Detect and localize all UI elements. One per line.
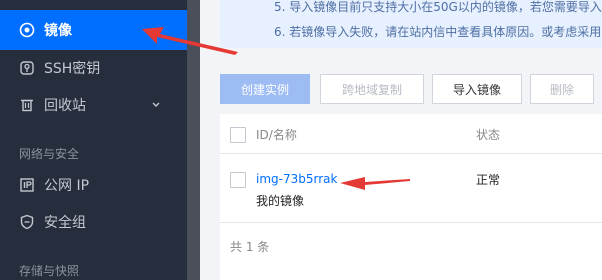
sidebar-item-recycle-bin[interactable]: 回收站 xyxy=(0,85,187,125)
notice-line: 5. 导入镜像目前只支持大小在50G以内的镜像，若您需要导入更 xyxy=(274,0,602,14)
row-checkbox[interactable] xyxy=(230,172,246,188)
sidebar-item-ssh-keys[interactable]: SSH密钥 xyxy=(0,48,187,88)
sidebar-item-public-ip[interactable]: 公网 IP xyxy=(0,165,187,205)
create-instance-button[interactable]: 创建实例 xyxy=(220,74,310,104)
chevron-down-icon[interactable] xyxy=(149,98,163,112)
import-image-button[interactable]: 导入镜像 xyxy=(432,74,522,104)
sidebar-item-security-group[interactable]: 安全组 xyxy=(0,202,187,242)
sidebar-item-label: 镜像 xyxy=(44,23,72,39)
delete-button[interactable]: 删除 xyxy=(530,74,594,104)
divider xyxy=(187,0,200,280)
table-header: ID/名称 状态 xyxy=(220,114,602,154)
sidebar-item-label: SSH密钥 xyxy=(44,61,101,77)
total-count: 共 1 条 xyxy=(230,240,270,254)
status-text: 正常 xyxy=(476,173,501,187)
group-label-storage: 存储与快照 xyxy=(19,264,80,278)
ip-icon xyxy=(19,177,35,193)
image-name: 我的镜像 xyxy=(256,194,305,208)
sidebar: 镜像 SSH密钥 回收站 网络与安全 公网 IP 安全组 存储与快照 xyxy=(0,0,187,280)
main-content: 5. 导入镜像目前只支持大小在50G以内的镜像，若您需要导入更 6. 若镜像导入… xyxy=(200,0,602,280)
notice-banner: 5. 导入镜像目前只支持大小在50G以内的镜像，若您需要导入更 6. 若镜像导入… xyxy=(220,0,602,48)
group-label-network: 网络与安全 xyxy=(19,147,80,161)
select-all-checkbox[interactable] xyxy=(230,127,246,143)
image-table: ID/名称 状态 img-73b5rrak 我的镜像 正常 共 1 条 xyxy=(220,114,602,280)
target-icon xyxy=(19,22,35,38)
sidebar-item-label: 回收站 xyxy=(44,98,86,114)
notice-line: 6. 若镜像导入失败，请在站内信中查看具体原因。或考虑采用 xyxy=(274,25,602,39)
image-id-link[interactable]: img-73b5rrak xyxy=(256,172,337,186)
sidebar-item-label: 公网 IP xyxy=(44,178,90,194)
key-icon xyxy=(19,60,35,76)
sidebar-item-label: 安全组 xyxy=(44,215,86,231)
sidebar-item-images[interactable]: 镜像 xyxy=(0,10,187,50)
trash-icon xyxy=(19,97,35,113)
column-header-status: 状态 xyxy=(476,128,501,142)
row-divider xyxy=(220,222,602,223)
cross-region-copy-button[interactable]: 跨地域复制 xyxy=(320,74,424,104)
column-header-id: ID/名称 xyxy=(256,128,297,142)
shield-icon xyxy=(19,214,35,230)
